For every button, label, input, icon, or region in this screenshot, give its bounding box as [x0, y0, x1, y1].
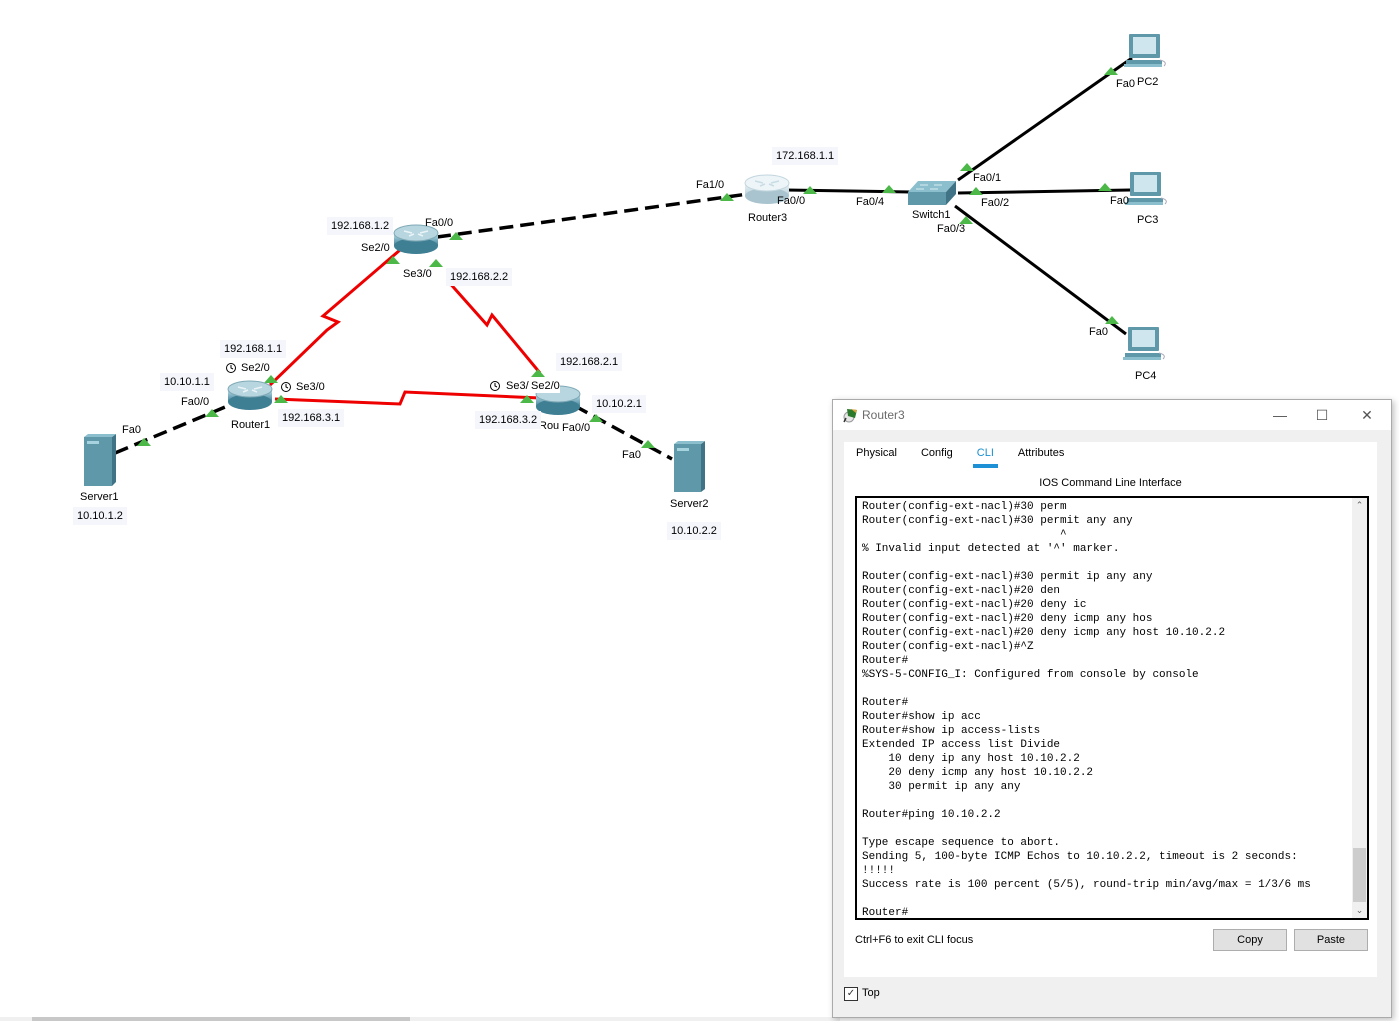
dialog-titlebar[interactable]: Router3 — ☐ ✕: [833, 400, 1391, 430]
switch1-fa04-label: Fa0/4: [856, 196, 885, 208]
tab-config[interactable]: Config: [909, 442, 965, 466]
routertop-se20-ip: 192.168.1.2: [327, 217, 394, 235]
server2-port-label: Fa0: [622, 449, 641, 461]
server1-icon[interactable]: [84, 434, 116, 486]
link-router1-routertop-serial[interactable]: [268, 248, 401, 387]
scrollbar-thumb[interactable]: [1353, 848, 1366, 902]
link-routertop-router2-serial[interactable]: [445, 279, 542, 374]
clock-icon: [226, 363, 236, 373]
switch1-fa03-label: Fa0/3: [937, 223, 966, 235]
pc2-icon[interactable]: [1124, 34, 1166, 67]
minimize-button[interactable]: —: [1257, 400, 1303, 430]
checkmark-icon: ✓: [846, 988, 856, 999]
routertop-se20-label: Se2/0: [361, 242, 390, 254]
port-up-icon: [1098, 183, 1112, 191]
port-up-icon: [589, 414, 603, 422]
switch1-fa02-label: Fa0/2: [981, 197, 1010, 209]
packet-tracer-app-icon: [843, 409, 857, 423]
workspace-horizontal-scrollbar[interactable]: [0, 1017, 840, 1021]
server2-icon[interactable]: [674, 441, 705, 492]
switch1-name: Switch1: [912, 209, 951, 221]
router2-se3-ip: 192.168.3.2: [475, 411, 542, 429]
server2-ip: 10.10.2.2: [667, 522, 721, 540]
pc2-name: PC2: [1137, 76, 1159, 88]
device-tabs: Physical Config CLI Attributes: [844, 442, 1076, 468]
cli-output[interactable]: Router(config-ext-nacl)#30 perm Router(c…: [857, 498, 1367, 918]
router1-se30-label: Se3/0: [296, 381, 325, 393]
router1-fa00-label: Fa0/0: [181, 396, 210, 408]
link-routertop-router3[interactable]: [436, 192, 749, 239]
paste-button[interactable]: Paste: [1294, 929, 1368, 951]
dialog-title: Router3: [862, 408, 905, 422]
pc3-name: PC3: [1137, 214, 1159, 226]
server1-port-label: Fa0: [122, 424, 141, 436]
routertop-se30-ip: 192.168.2.2: [446, 268, 513, 286]
router3-fa00-label: Fa0/0: [777, 195, 806, 207]
maximize-icon: ☐: [1315, 406, 1329, 423]
server2-name: Server2: [670, 498, 709, 510]
router3-ip: 172.168.1.1: [772, 147, 839, 165]
router2-fa00-label: Fa0/0: [562, 422, 591, 434]
cli-focus-hint: Ctrl+F6 to exit CLI focus: [855, 934, 974, 946]
pc3-port-label: Fa0: [1110, 195, 1129, 207]
routertop-fa00-label: Fa0/0: [425, 217, 454, 229]
scroll-down-icon[interactable]: ⌄: [1352, 903, 1367, 918]
port-up-icon: [429, 259, 443, 267]
pc2-port-label: Fa0: [1116, 78, 1135, 90]
router3-dialog: Router3 — ☐ ✕ Physical Config CLI Attrib…: [832, 399, 1392, 1018]
pc3-icon[interactable]: [1125, 172, 1167, 205]
router2-se20-label: Se2/0: [531, 379, 560, 393]
router1-icon[interactable]: [227, 380, 273, 410]
router1-se20-label: Se2/0: [241, 362, 270, 374]
port-up-icon: [969, 187, 983, 195]
port-up-icon: [531, 369, 545, 377]
maximize-button[interactable]: ☐: [1299, 400, 1345, 430]
scroll-up-icon[interactable]: ⌃: [1352, 498, 1367, 513]
router3-name: Router3: [748, 212, 788, 224]
cli-console[interactable]: Router(config-ext-nacl)#30 perm Router(c…: [855, 496, 1369, 920]
router2-name: Rou: [539, 420, 560, 432]
tab-physical[interactable]: Physical: [844, 442, 909, 466]
close-button[interactable]: ✕: [1344, 400, 1390, 430]
cli-vertical-scrollbar[interactable]: ⌃ ⌄: [1352, 498, 1367, 918]
close-icon: ✕: [1361, 406, 1373, 423]
router1-fa00-ip: 10.10.1.1: [160, 373, 214, 391]
router2-se20-ip: 192.168.2.1: [556, 353, 623, 371]
router1-name: Router1: [231, 419, 271, 431]
routertop-se30-label: Se3/0: [403, 268, 432, 280]
switch1-icon[interactable]: [908, 181, 956, 205]
router1-se30-ip: 192.168.3.1: [278, 409, 345, 427]
port-up-icon: [960, 163, 974, 171]
link-switch1-pc4[interactable]: [954, 204, 1127, 336]
link-switch1-pc2[interactable]: [957, 56, 1133, 182]
server1-ip: 10.10.1.2: [73, 507, 127, 525]
port-up-icon: [641, 440, 655, 448]
pc4-name: PC4: [1135, 370, 1157, 382]
server1-name: Server1: [80, 491, 119, 503]
tab-attributes[interactable]: Attributes: [1006, 442, 1076, 466]
minimize-icon: —: [1273, 407, 1287, 423]
top-checkbox-label: Top: [862, 987, 880, 999]
top-checkbox[interactable]: ✓: [844, 987, 858, 1001]
cli-heading: IOS Command Line Interface: [1039, 477, 1182, 489]
pc4-port-label: Fa0: [1089, 326, 1108, 338]
copy-button[interactable]: Copy: [1213, 929, 1287, 951]
pc4-icon[interactable]: [1123, 327, 1165, 360]
router2-fa00-ip: 10.10.2.1: [592, 395, 646, 413]
scrollbar-thumb[interactable]: [32, 1017, 410, 1021]
clock-icon: [281, 382, 291, 392]
clock-icon: [490, 381, 500, 391]
router2-se3-label: Se3/: [506, 379, 529, 393]
port-up-icon: [882, 185, 896, 193]
router1-se20-ip: 192.168.1.1: [220, 340, 287, 358]
switch1-fa01-label: Fa0/1: [973, 172, 1002, 184]
tab-cli[interactable]: CLI: [965, 442, 1006, 468]
router3-fa10-label: Fa1/0: [696, 179, 725, 191]
